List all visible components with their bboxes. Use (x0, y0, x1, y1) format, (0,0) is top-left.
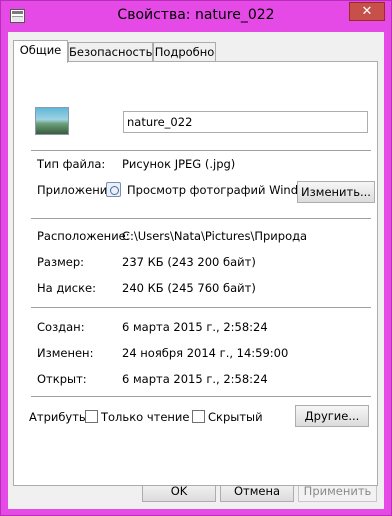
tab-security[interactable]: Безопасность (68, 42, 153, 62)
created-value: 6 марта 2015 г., 2:58:24 (122, 320, 268, 334)
window-title: Свойства: nature_022 (117, 7, 275, 23)
modified-label: Изменен: (37, 346, 94, 360)
title-bar[interactable]: Свойства: nature_022 ✕ (1, 1, 391, 32)
attributes-label: Атрибуты: (29, 410, 92, 424)
file-type-label: Тип файла: (37, 157, 106, 171)
other-attributes-button[interactable]: Другие... (295, 405, 369, 427)
file-type-value: Рисунок JPEG (.jpg) (122, 157, 236, 171)
opened-value: 6 марта 2015 г., 2:58:24 (122, 372, 268, 386)
image-file-icon (35, 107, 69, 135)
file-name-field[interactable]: nature_022 (123, 111, 368, 133)
change-button[interactable]: Изменить... (297, 181, 375, 203)
opened-label: Открыт: (37, 372, 87, 386)
close-button[interactable]: ✕ (349, 2, 385, 21)
photo-viewer-icon (106, 182, 121, 197)
application-value: Просмотр фотографий Windows (127, 183, 321, 197)
created-label: Создан: (37, 320, 85, 334)
separator (31, 150, 371, 151)
properties-window: Свойства: nature_022 ✕ Общие Безопасност… (0, 0, 392, 516)
location-label: Расположение: (37, 229, 130, 243)
general-tab-panel: nature_022 Тип файла: Рисунок JPEG (.jpg… (13, 61, 378, 486)
size-value: 237 КБ (243 200 байт) (122, 255, 256, 269)
separator (31, 307, 371, 308)
disk-size-value: 240 КБ (245 760 байт) (122, 281, 256, 295)
modified-value: 24 ноября 2014 г., 14:59:00 (122, 346, 289, 360)
separator (31, 396, 371, 397)
readonly-label[interactable]: Только чтение (101, 410, 189, 424)
separator (31, 218, 371, 219)
tab-general[interactable]: Общие (13, 40, 68, 63)
readonly-checkbox[interactable] (85, 410, 98, 423)
dialog-body: Общие Безопасность Подробно nature_022 Т… (8, 32, 384, 509)
tab-details[interactable]: Подробно (153, 42, 216, 62)
hidden-label[interactable]: Скрытый (208, 410, 263, 424)
disk-size-label: На диске: (37, 281, 96, 295)
hidden-checkbox[interactable] (192, 410, 205, 423)
location-value: C:\Users\Nata\Pictures\Природа (122, 229, 308, 243)
size-label: Размер: (37, 255, 85, 269)
